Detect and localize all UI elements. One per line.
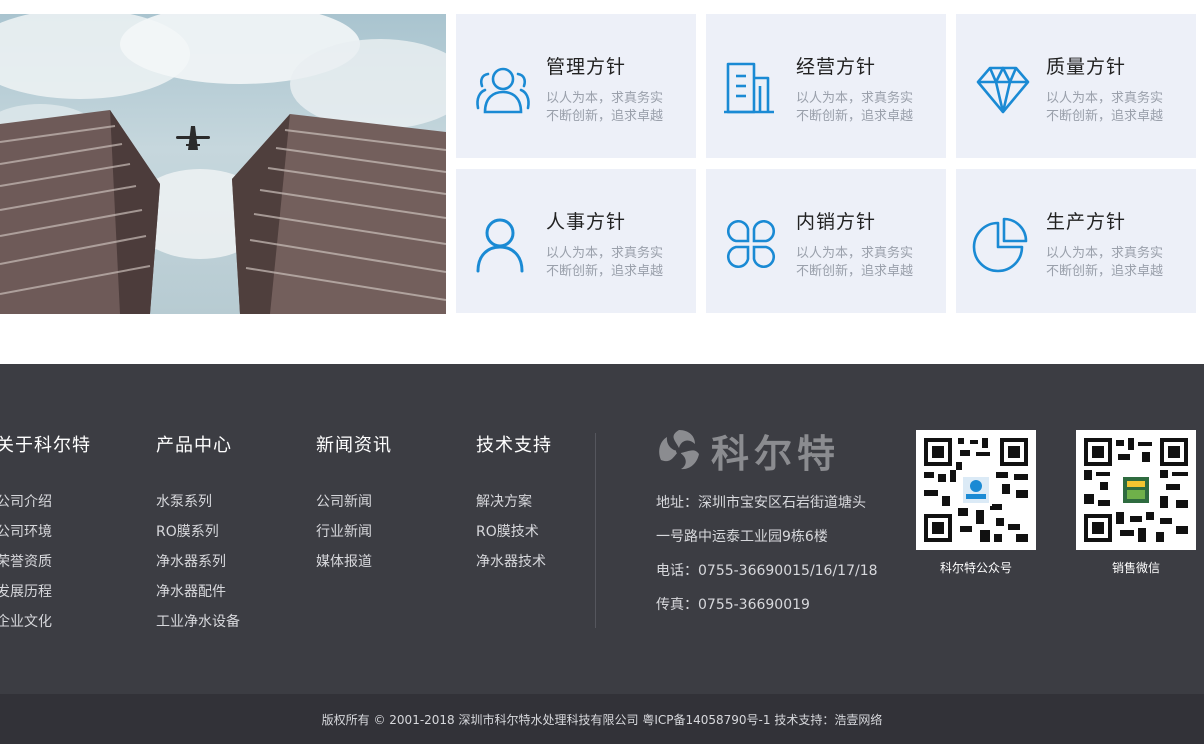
swirl-logo-icon <box>659 430 699 470</box>
footer-link[interactable]: 净水器技术 <box>476 554 546 584</box>
card-description: 以人为本，求真务实 不断创新，追求卓越 <box>546 90 663 126</box>
policy-card-production[interactable]: 生产方针 以人为本，求真务实 不断创新，追求卓越 <box>956 169 1196 313</box>
contact-info: 地址：深圳市宝安区石岩街道塘头 一号路中运泰工业园9栋6楼 电话：0755-36… <box>656 494 878 630</box>
footer-column-products: 产品中心 水泵系列 RO膜系列 净水器系列 净水器配件 工业净水设备 <box>156 431 240 630</box>
qr-code-icon <box>1084 438 1188 542</box>
footer-link[interactable]: 解决方案 <box>476 494 546 524</box>
contact-phone: 电话：0755-36690015/16/17/18 <box>656 563 878 579</box>
policy-card-personnel[interactable]: 人事方针 以人为本，求真务实 不断创新，追求卓越 <box>456 169 696 313</box>
footer-link[interactable]: 媒体报道 <box>316 554 372 584</box>
footer-link[interactable]: RO膜技术 <box>476 524 546 554</box>
footer-link[interactable]: 公司环境 <box>0 524 52 554</box>
footer-link[interactable]: 水泵系列 <box>156 494 240 524</box>
footer-link-list: 公司新闻 行业新闻 媒体报道 <box>316 494 372 584</box>
card-title: 人事方针 <box>546 211 627 233</box>
person-icon <box>472 215 534 275</box>
card-description: 以人为本，求真务实 不断创新，追求卓越 <box>796 245 913 281</box>
footer-column-about: 关于科尔特 公司介绍 公司环境 荣誉资质 发展历程 企业文化 <box>0 431 91 630</box>
card-desc-line: 以人为本，求真务实 <box>1046 91 1164 106</box>
contact-address-line: 一号路中运泰工业园9栋6楼 <box>656 529 828 545</box>
policy-card-management[interactable]: 管理方针 以人为本，求真务实 不断创新，追求卓越 <box>456 14 696 158</box>
footer-link-list: 水泵系列 RO膜系列 净水器系列 净水器配件 工业净水设备 <box>156 494 240 644</box>
contact-fax: 传真：0755-36690019 <box>656 597 810 613</box>
card-title: 质量方针 <box>1046 56 1127 78</box>
qr-caption: 销售微信 <box>1111 561 1160 575</box>
qr-code-official-account <box>916 430 1036 550</box>
card-description: 以人为本，求真务实 不断创新，追求卓越 <box>796 90 913 126</box>
card-desc-line: 以人为本，求真务实 <box>546 91 664 106</box>
card-desc-line: 以人为本，求真务实 <box>1046 246 1164 261</box>
card-desc-line: 以人为本，求真务实 <box>546 246 664 261</box>
footer-column-news: 新闻资讯 公司新闻 行业新闻 媒体报道 <box>316 431 392 570</box>
footer-link[interactable]: 公司介绍 <box>0 494 52 524</box>
card-desc-line: 不断创新，追求卓越 <box>796 264 914 279</box>
building-icon <box>722 60 784 120</box>
footer-column-support: 技术支持 解决方案 RO膜技术 净水器技术 <box>476 431 552 570</box>
copyright-bar: 版权所有 © 2001-2018 深圳市科尔特水处理科技有限公司 粤ICP备14… <box>0 694 1204 744</box>
footer-column-title: 产品中心 <box>156 435 232 456</box>
footer-link[interactable]: 公司新闻 <box>316 494 372 524</box>
card-desc-line: 以人为本，求真务实 <box>796 246 914 261</box>
footer-link[interactable]: 荣誉资质 <box>0 554 52 584</box>
card-title: 内销方针 <box>796 211 877 233</box>
card-desc-line: 不断创新，追求卓越 <box>546 109 664 124</box>
brand-name: 科尔特 <box>711 431 841 476</box>
policy-card-quality[interactable]: 质量方针 以人为本，求真务实 不断创新，追求卓越 <box>956 14 1196 158</box>
clover-icon <box>722 215 784 275</box>
footer-column-title: 技术支持 <box>476 435 552 456</box>
qr-code-sales-wechat <box>1076 430 1196 550</box>
card-title: 生产方针 <box>1046 211 1127 233</box>
footer-column-title: 关于科尔特 <box>0 435 91 456</box>
qr-caption: 科尔特公众号 <box>939 561 1012 575</box>
contact-address-line: 地址：深圳市宝安区石岩街道塘头 <box>656 495 866 511</box>
card-title: 经营方针 <box>796 56 877 78</box>
policy-card-operation[interactable]: 经营方针 以人为本，求真务实 不断创新，追求卓越 <box>706 14 946 158</box>
card-description: 以人为本，求真务实 不断创新，追求卓越 <box>1046 245 1163 281</box>
card-desc-line: 不断创新，追求卓越 <box>796 109 914 124</box>
card-desc-line: 不断创新，追求卓越 <box>546 264 664 279</box>
footer-link[interactable]: 净水器系列 <box>156 554 240 584</box>
pie-chart-icon <box>972 215 1034 275</box>
qr-code-icon <box>924 438 1028 542</box>
footer-link[interactable]: 企业文化 <box>0 614 52 644</box>
footer-brand-logo[interactable]: 科尔特 <box>655 424 840 476</box>
card-desc-line: 不断创新，追求卓越 <box>1046 109 1164 124</box>
footer-link[interactable]: RO膜系列 <box>156 524 240 554</box>
diamond-icon <box>972 60 1034 120</box>
card-title: 管理方针 <box>546 56 627 78</box>
card-description: 以人为本，求真务实 不断创新，追求卓越 <box>546 245 663 281</box>
footer-link[interactable]: 净水器配件 <box>156 584 240 614</box>
footer-link[interactable]: 工业净水设备 <box>156 614 240 644</box>
footer-link[interactable]: 行业新闻 <box>316 524 372 554</box>
card-description: 以人为本，求真务实 不断创新，追求卓越 <box>1046 90 1163 126</box>
site-footer: 关于科尔特 公司介绍 公司环境 荣誉资质 发展历程 企业文化 产品中心 水泵系列… <box>0 364 1204 744</box>
card-desc-line: 以人为本，求真务实 <box>796 91 914 106</box>
card-desc-line: 不断创新，追求卓越 <box>1046 264 1164 279</box>
footer-column-title: 新闻资讯 <box>316 435 392 456</box>
footer-link-list: 公司介绍 公司环境 荣誉资质 发展历程 企业文化 <box>0 494 52 644</box>
policy-card-domestic-sales[interactable]: 内销方针 以人为本，求真务实 不断创新，追求卓越 <box>706 169 946 313</box>
people-group-icon <box>472 60 534 120</box>
hero-image-skyscrapers <box>0 14 446 314</box>
footer-link-list: 解决方案 RO膜技术 净水器技术 <box>476 494 546 584</box>
footer-link[interactable]: 发展历程 <box>0 584 52 614</box>
footer-divider <box>595 433 596 628</box>
copyright-text: 版权所有 © 2001-2018 深圳市科尔特水处理科技有限公司 粤ICP备14… <box>321 713 883 727</box>
